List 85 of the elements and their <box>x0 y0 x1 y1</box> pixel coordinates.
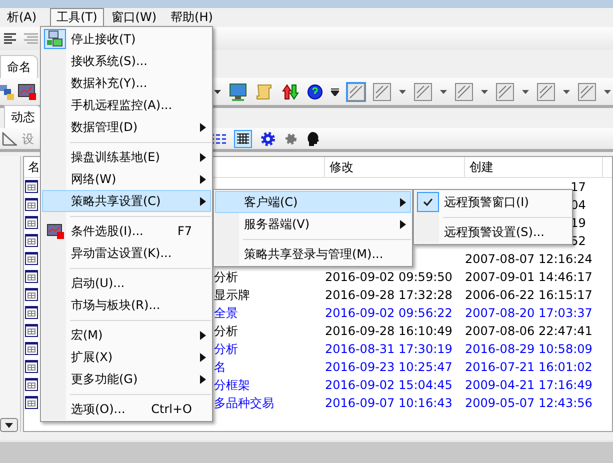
scroll-icon[interactable] <box>255 82 273 100</box>
date-time: 2016-09-23 10:25:47 <box>324 360 452 374</box>
date-time: 2009-05-07 12:43:56 <box>464 396 592 410</box>
date-time: 17 <box>570 180 586 194</box>
chart-tool-icon[interactable] <box>347 82 365 100</box>
date-time: 2016-09-02 09:56:22 <box>324 306 452 320</box>
menu-item[interactable]: 选项(O)... Ctrl+O <box>42 398 211 420</box>
file-name: 名 <box>214 360 226 374</box>
chart-icon[interactable] <box>18 84 36 100</box>
date-time: 2006-06-22 16:15:17 <box>464 288 592 302</box>
shortcut-text: F7 <box>177 223 193 240</box>
date-time: 2016-08-29 10:58:09 <box>464 342 592 356</box>
menu-bar-item[interactable]: 工具(T) <box>50 8 104 27</box>
file-name: 分框架 <box>214 378 250 392</box>
caret-icon[interactable] <box>481 90 488 94</box>
menu-item[interactable]: 网络(W) <box>42 168 211 190</box>
gear-icon[interactable] <box>284 132 298 146</box>
menu-item[interactable]: 远程预警窗口(I) <box>415 191 571 213</box>
arrows-icon[interactable] <box>281 82 299 100</box>
column-header[interactable]: 修改 <box>324 157 465 177</box>
date-time: 2007-08-07 12:16:24 <box>464 252 592 266</box>
head-icon[interactable] <box>306 130 320 146</box>
chart-tool-icon[interactable] <box>496 82 514 100</box>
gear-icon[interactable] <box>260 130 276 146</box>
file-name: 分析 <box>214 270 238 284</box>
chart-tool-icon[interactable] <box>578 82 596 100</box>
chart-tool-icon[interactable] <box>414 82 432 100</box>
tab[interactable]: 动态 <box>4 105 42 128</box>
date-time: 2016-09-28 17:32:28 <box>324 288 452 302</box>
caret-icon[interactable] <box>214 90 221 94</box>
tab[interactable]: 命名 <box>0 55 38 78</box>
menu-item[interactable]: 操盘训练基地(E) <box>42 146 211 168</box>
date-time: 2016-09-28 16:10:49 <box>324 324 452 338</box>
file-name: 全景 <box>214 306 238 320</box>
date-time: 2016-08-31 17:30:19 <box>324 342 452 356</box>
monitor-icon[interactable] <box>229 82 247 100</box>
help-icon[interactable] <box>307 84 323 100</box>
chart-tool-icon[interactable] <box>373 82 391 100</box>
menu-item[interactable]: 远程预警设置(S)... <box>415 221 571 243</box>
dropdown-button-icon[interactable] <box>0 418 18 432</box>
menu-item[interactable]: 数据管理(D) <box>42 116 211 138</box>
column-header[interactable]: 创建 <box>464 157 603 177</box>
date-time: 2016-09-02 15:04:45 <box>324 378 452 392</box>
file-name: 分析 <box>214 324 238 338</box>
menu-item[interactable]: 异动雷达设置(K)... <box>42 242 211 264</box>
file-name: 显示牌 <box>214 288 250 302</box>
menu-item[interactable]: 宏(M) <box>42 324 211 346</box>
menu-item[interactable]: 手机远程监控(A)... <box>42 94 211 116</box>
date-time: 2007-09-01 14:46:17 <box>464 270 592 284</box>
caret-icon[interactable] <box>522 90 529 94</box>
menu-item[interactable]: 条件选股(I)... F7 <box>42 220 211 242</box>
menu-item[interactable]: 服务器端(V) <box>215 213 411 235</box>
chart-tool-icon[interactable] <box>455 82 473 100</box>
caret-icon[interactable] <box>399 90 406 94</box>
menu-item[interactable]: 扩展(X) <box>42 346 211 368</box>
date-time: 2016-09-02 09:59:50 <box>324 270 452 284</box>
menu-item[interactable]: 客户端(C) <box>215 191 411 213</box>
ruler-icon <box>2 132 18 146</box>
date-time: 2007-08-06 22:47:41 <box>464 324 592 338</box>
menu-item[interactable]: 市场与板块(R)... <box>42 294 211 316</box>
align-icon[interactable] <box>4 32 16 44</box>
caret-icon[interactable] <box>563 90 570 94</box>
date-time: 2007-08-20 17:03:37 <box>464 306 592 320</box>
shortcut-text: Ctrl+O <box>151 401 193 418</box>
date-time: 2016-09-07 10:16:43 <box>324 396 452 410</box>
dropdown-icon[interactable] <box>331 88 339 96</box>
menu-item[interactable]: 策略共享设置(C) <box>42 190 211 212</box>
date-time: 2016-07-21 16:01:02 <box>464 360 592 374</box>
menu-item[interactable]: 更多功能(G) <box>42 368 211 390</box>
menu-item[interactable]: 接收系统(S)... <box>42 50 211 72</box>
menu-item[interactable]: 策略共享登录与管理(M)... <box>215 243 411 265</box>
menu-bar-item[interactable]: 析(A) <box>0 8 44 27</box>
menu-item[interactable]: 启动(U)... <box>42 272 211 294</box>
caret-icon[interactable] <box>604 90 611 94</box>
file-name: 多品种交易 <box>214 396 274 410</box>
date-time: 2009-04-21 17:16:49 <box>464 378 592 392</box>
menu-bar-item[interactable]: 窗口(W) <box>104 8 164 27</box>
caret-icon[interactable] <box>440 90 447 94</box>
menu-item[interactable]: 数据补充(Y)... <box>42 72 211 94</box>
grid-icon[interactable] <box>234 130 252 148</box>
blocks-icon[interactable] <box>0 84 14 100</box>
chart-tool-icon[interactable] <box>537 82 555 100</box>
list-icon[interactable] <box>210 132 226 146</box>
file-name: 分析 <box>214 342 238 356</box>
menu-bar-item[interactable]: 帮助(H) <box>164 8 220 27</box>
